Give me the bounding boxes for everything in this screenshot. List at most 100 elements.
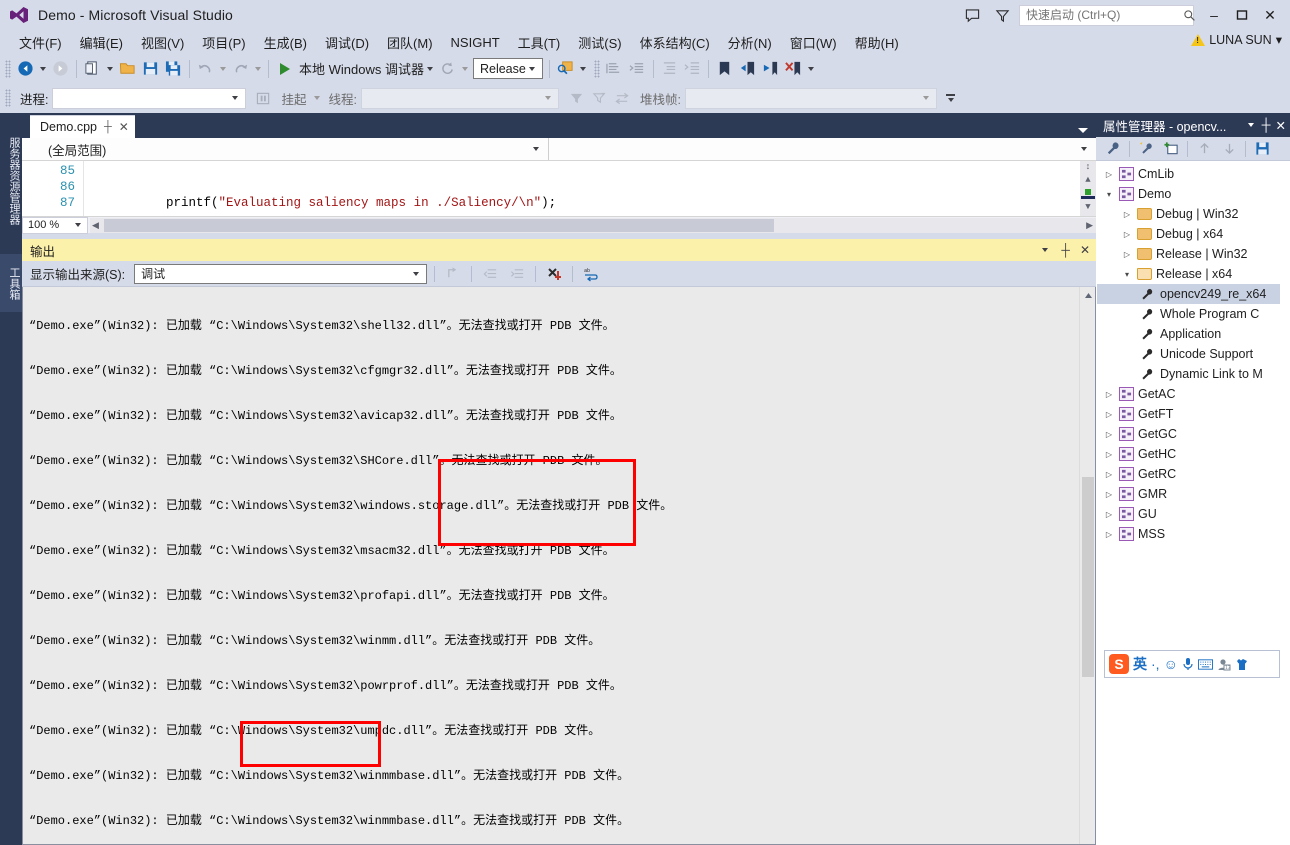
property-manager-tree[interactable]: ▷ CmLib ▾ Demo ▷ Debug | Win32 ▷ Debug |… (1096, 161, 1290, 845)
expander-icon[interactable]: ▷ (1103, 430, 1115, 439)
tree-node-gu[interactable]: ▷ GU (1097, 504, 1290, 524)
debug-toolbar-overflow-icon[interactable] (945, 94, 957, 102)
editor-horizontal-scrollbar[interactable]: ◀ ▶ (90, 217, 1096, 233)
output-text-area[interactable]: “Demo.exe”(Win32): 已加载 “C:\Windows\Syste… (22, 287, 1096, 845)
chevron-down-icon[interactable] (1042, 248, 1049, 252)
voice-input-icon[interactable] (1182, 657, 1194, 671)
scroll-down-icon[interactable]: ▼ (1085, 202, 1090, 212)
suspend-label[interactable]: 挂起 (281, 89, 306, 108)
punctuation-icon[interactable]: ·, (1151, 656, 1160, 672)
undo-icon[interactable] (194, 57, 217, 80)
find-next-icon[interactable] (506, 263, 528, 284)
menu-item-tools[interactable]: 工具(T) (509, 31, 570, 54)
navigate-back-icon[interactable] (14, 57, 37, 80)
close-icon[interactable]: ✕ (119, 120, 129, 134)
menu-item-edit[interactable]: 编辑(E) (71, 31, 132, 54)
menu-item-build[interactable]: 生成(B) (255, 31, 316, 54)
output-source-dropdown-icon[interactable] (413, 271, 420, 276)
menu-item-help[interactable]: 帮助(H) (846, 31, 908, 54)
find-in-files-icon[interactable] (554, 57, 577, 80)
tree-node-getrc[interactable]: ▷ GetRC (1097, 464, 1290, 484)
menu-item-team[interactable]: 团队(M) (378, 31, 442, 54)
skin-icon[interactable] (1235, 658, 1249, 671)
tree-node-getft[interactable]: ▷ GetFT (1097, 404, 1290, 424)
expander-icon[interactable]: ▷ (1103, 510, 1115, 519)
quick-launch-box[interactable] (1019, 4, 1195, 26)
collapse-icon[interactable]: ▾ (1103, 190, 1115, 199)
add-new-project-property-sheet-icon[interactable] (1160, 138, 1182, 159)
find-dropdown-icon[interactable] (579, 66, 586, 71)
jump-to-source-icon[interactable] (442, 263, 464, 284)
back-dropdown-icon[interactable] (40, 66, 46, 71)
expander-icon[interactable]: ▷ (1103, 170, 1115, 179)
thread-filter-icon[interactable] (565, 87, 588, 110)
process-dropdown-icon[interactable] (232, 96, 239, 100)
tree-node-debug-win32[interactable]: ▷ Debug | Win32 (1097, 204, 1290, 224)
move-down-icon[interactable] (1218, 138, 1240, 159)
scroll-thumb[interactable] (1081, 196, 1095, 199)
debug-toolbar-grip[interactable] (5, 89, 11, 107)
toolbar-grip[interactable] (5, 59, 11, 78)
expander-icon[interactable]: ▷ (1103, 390, 1115, 399)
expander-icon[interactable]: ▷ (1121, 250, 1133, 259)
move-up-icon[interactable] (1193, 138, 1215, 159)
tree-node-gmr[interactable]: ▷ GMR (1097, 484, 1290, 504)
expander-icon[interactable]: ▷ (1121, 230, 1133, 239)
swap-icon[interactable] (611, 87, 634, 110)
document-tab-demo-cpp[interactable]: Demo.cpp ┼ ✕ (30, 115, 135, 138)
sidebar-item-toolbox[interactable]: 工具箱 (0, 254, 22, 312)
properties-wrench-icon[interactable] (1102, 138, 1124, 159)
clear-all-icon[interactable] (543, 263, 565, 284)
stackframe-combo[interactable] (684, 87, 937, 109)
emoji-icon[interactable]: ☺ (1164, 656, 1178, 672)
output-vertical-scrollbar[interactable] (1079, 287, 1095, 844)
hscroll-left-icon[interactable]: ◀ (92, 220, 99, 231)
expander-icon[interactable]: ▷ (1103, 530, 1115, 539)
start-debug-dropdown-icon[interactable] (426, 66, 433, 71)
maximize-button[interactable] (1228, 1, 1256, 29)
uncomment-icon[interactable] (626, 57, 649, 80)
code-editor[interactable]: 85 86 87 printf("Evaluating saliency map… (22, 161, 1096, 216)
pin-icon[interactable]: ┼ (1262, 118, 1271, 132)
outdent-icon[interactable] (658, 57, 681, 80)
output-scroll-thumb[interactable] (1082, 477, 1094, 677)
next-bookmark-icon[interactable] (759, 57, 782, 80)
output-source-combo[interactable]: 调试 (134, 263, 428, 284)
scroll-split-icon[interactable]: ↕ (1085, 162, 1090, 172)
clear-bookmarks-icon[interactable] (782, 57, 805, 80)
refresh-dropdown-icon[interactable] (461, 66, 468, 71)
thread-dropdown-icon[interactable] (544, 96, 551, 100)
zoom-level-combo[interactable]: 100 % (22, 216, 88, 234)
member-combo[interactable] (549, 138, 1096, 160)
scope-dropdown-icon[interactable] (533, 147, 539, 151)
code-text[interactable]: printf("Evaluating saliency maps in ./Sa… (84, 161, 609, 216)
toolbar-grip-2[interactable] (593, 59, 600, 78)
start-debug-label[interactable]: 本地 Windows 调试器 (299, 59, 424, 78)
expander-icon[interactable]: ▷ (1103, 410, 1115, 419)
expander-icon[interactable]: ▷ (1103, 470, 1115, 479)
tree-node-application[interactable]: Application (1097, 324, 1290, 344)
pin-icon[interactable]: ┼ (1061, 243, 1070, 257)
close-button[interactable]: ✕ (1256, 1, 1284, 29)
hscroll-right-icon[interactable]: ▶ (1086, 220, 1093, 231)
toolbar-overflow-icon[interactable] (807, 66, 814, 71)
expander-icon[interactable]: ▷ (1103, 490, 1115, 499)
menu-item-architecture[interactable]: 体系结构(C) (631, 31, 719, 54)
zoom-dropdown-icon[interactable] (75, 223, 81, 227)
stackframe-dropdown-icon[interactable] (922, 96, 929, 100)
soft-keyboard-icon[interactable] (1197, 658, 1213, 670)
tree-node-whole-program-optimization[interactable]: Whole Program C (1097, 304, 1290, 324)
tree-node-dynamic-link-to-mfc[interactable]: Dynamic Link to M (1097, 364, 1290, 384)
process-combo[interactable] (52, 87, 247, 109)
pin-icon[interactable]: ┼ (104, 121, 112, 133)
undo-dropdown-icon[interactable] (220, 66, 226, 71)
hscroll-thumb[interactable] (104, 218, 774, 232)
thread-combo[interactable] (360, 87, 559, 109)
toggle-wordwrap-icon[interactable]: ab (580, 263, 602, 284)
menu-item-file[interactable]: 文件(F) (10, 31, 71, 54)
minimize-button[interactable]: – (1200, 1, 1228, 29)
menu-item-nsight[interactable]: NSIGHT (442, 33, 509, 52)
configuration-dropdown-icon[interactable] (528, 66, 535, 71)
chevron-down-icon[interactable]: ▾ (1276, 32, 1282, 47)
solution-configuration-combo[interactable]: Release (472, 58, 543, 79)
